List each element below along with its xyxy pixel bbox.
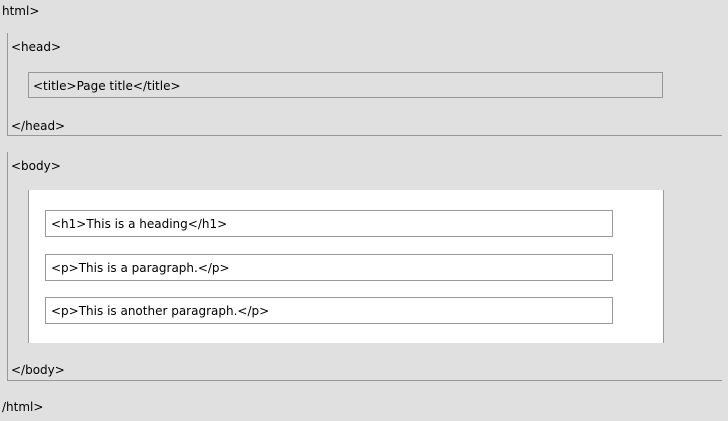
head-open-tag: <head> (11, 40, 62, 54)
html-open-tag: html> (2, 4, 40, 18)
body-open-tag: <body> (11, 159, 61, 173)
title-element-label: <title>Page title</title> (33, 79, 181, 93)
p-element-label-2: <p>This is another paragraph.</p> (51, 304, 270, 318)
h1-element-label: <h1>This is a heading</h1> (51, 217, 228, 231)
p-element-box: <p>This is a paragraph.</p> (45, 254, 613, 281)
head-close-tag: </head> (11, 119, 66, 133)
body-close-tag: </body> (11, 363, 65, 377)
h1-element-box: <h1>This is a heading</h1> (45, 210, 613, 237)
html-close-tag: /html> (2, 400, 44, 414)
title-element-box: <title>Page title</title> (28, 72, 663, 98)
p-element-box-2: <p>This is another paragraph.</p> (45, 297, 613, 324)
p-element-label: <p>This is a paragraph.</p> (51, 261, 230, 275)
